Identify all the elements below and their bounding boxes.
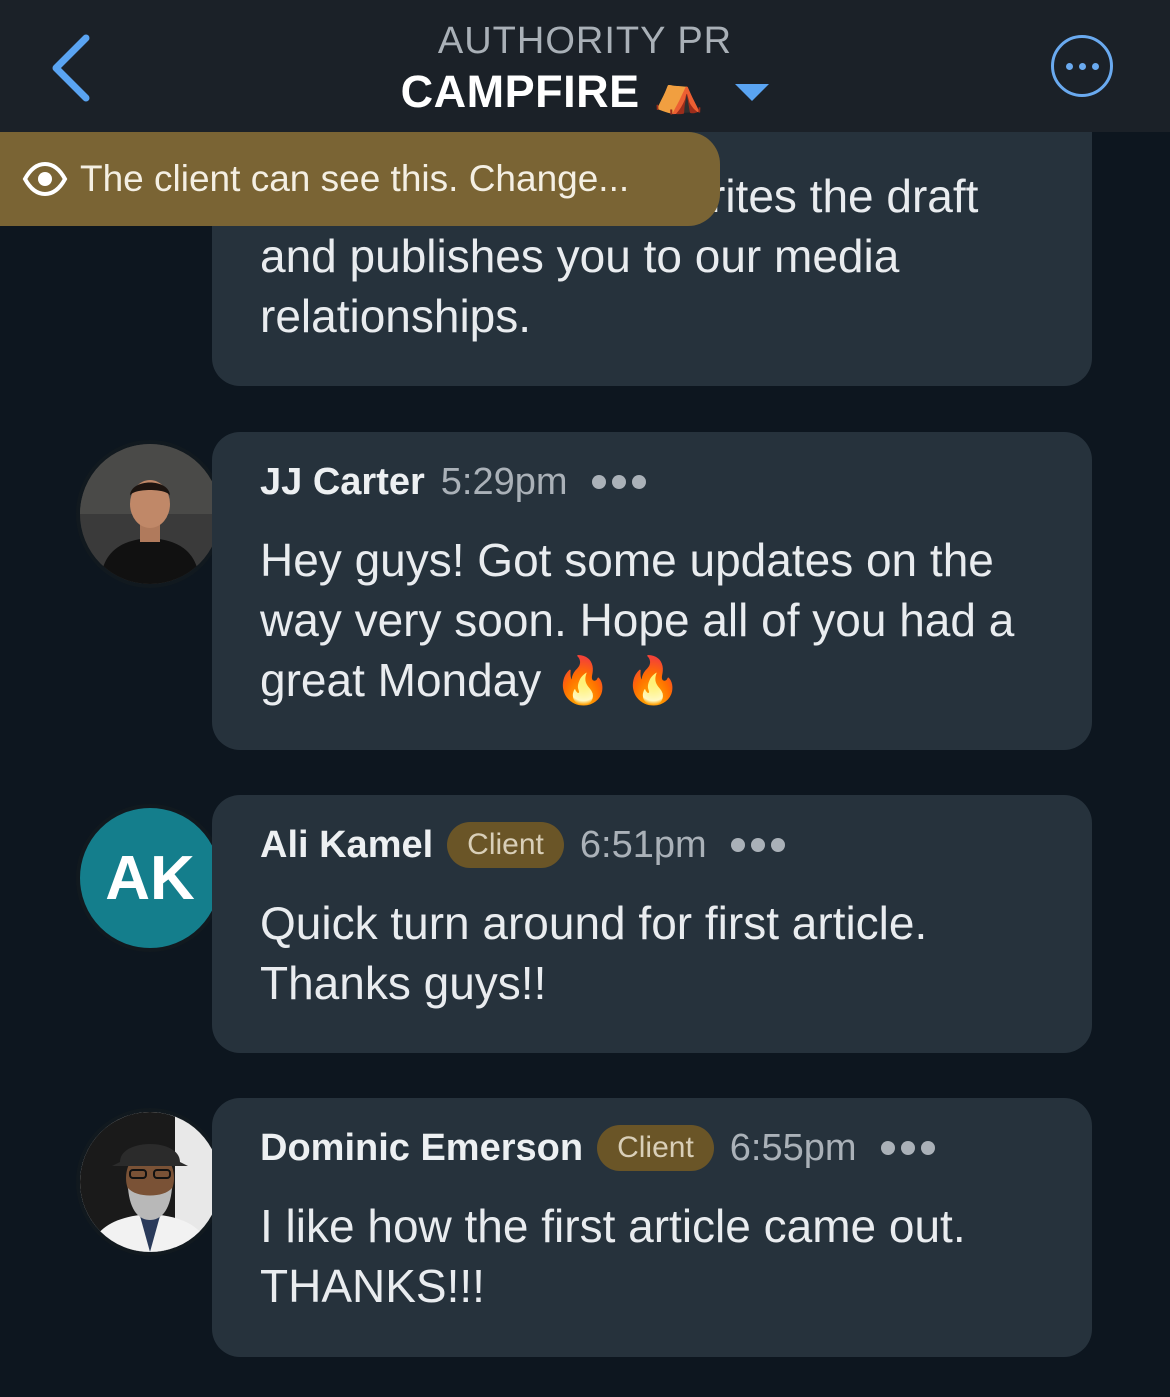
more-dot [1091,62,1099,70]
avatar[interactable]: AK [76,804,224,952]
message-text: Quick turn around for first article. Tha… [260,897,928,1009]
client-badge: Client [597,1125,714,1171]
options-dot [631,475,646,489]
chevron-down-icon[interactable] [735,83,770,101]
options-dot [900,1141,915,1155]
message-bubble: Dominic Emerson Client 6:55pm I like how… [212,1098,1092,1357]
message-bubble: Ali Kamel Client 6:51pm Quick turn aroun… [212,795,1092,1053]
message-text: I like how the first article came out. T… [260,1200,966,1312]
message-options-button[interactable] [730,838,785,852]
options-dot [611,475,626,489]
message-meta: Ali Kamel Client 6:51pm [260,815,1044,875]
message-meta: Dominic Emerson Client 6:55pm [260,1118,1044,1178]
message-time: 5:29pm [440,460,568,503]
options-dot [920,1141,935,1155]
channel-title-row[interactable]: CAMPFIRE ⛺ [0,64,1170,120]
more-options-button[interactable] [1051,35,1113,97]
avatar-initials: AK [105,843,195,913]
profile-photo [80,1112,220,1252]
client-visibility-banner[interactable]: The client can see this. Change... [0,132,720,226]
options-dot [880,1141,895,1155]
message-meta: JJ Carter 5:29pm [260,452,1044,512]
message-options-button[interactable] [880,1141,935,1155]
options-dot [770,838,785,852]
profile-photo [80,444,220,584]
message-time: 6:55pm [729,1126,857,1169]
avatar[interactable] [76,440,224,588]
message-time: 6:51pm [579,823,707,866]
channel-title: CAMPFIRE [400,66,640,117]
workspace-name: AUTHORITY PR [437,20,733,62]
channel-header: AUTHORITY PR CAMPFIRE ⛺ [0,0,1170,132]
more-dot [1065,62,1073,70]
more-dot [1078,62,1086,70]
author-name[interactable]: JJ Carter [260,461,425,504]
banner-text: The client can see this. Change... [80,158,630,199]
options-dot [591,475,606,489]
author-name[interactable]: Ali Kamel [260,824,433,867]
message-options-button[interactable] [591,475,646,489]
avatar[interactable] [76,1108,224,1256]
options-dot [730,838,745,852]
author-name[interactable]: Dominic Emerson [260,1127,583,1170]
eye-icon [22,161,68,197]
tent-icon: ⛺ [653,69,704,116]
message-text: Hey guys! Got some updates on the way ve… [260,534,1015,706]
message-bubble: JJ Carter 5:29pm Hey guys! Got some upda… [212,432,1092,750]
options-dot [750,838,765,852]
client-badge: Client [447,822,564,868]
